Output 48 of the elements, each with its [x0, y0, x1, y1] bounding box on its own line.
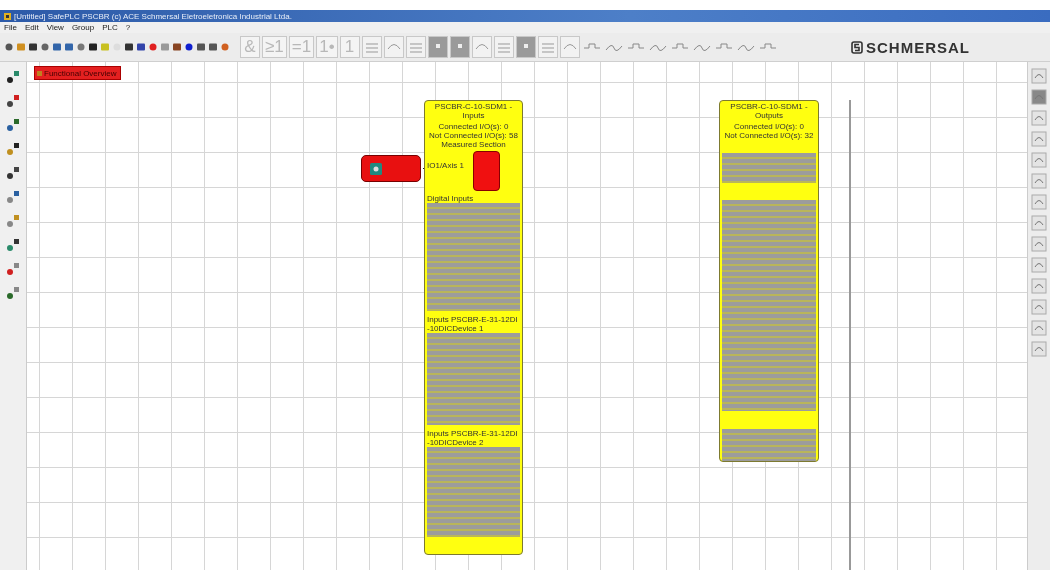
port-label: IO1/Axis 1: [427, 161, 464, 170]
palette-icon[interactable]: [1031, 131, 1047, 147]
palette-icon[interactable]: [1031, 278, 1047, 294]
menu-item[interactable]: View: [46, 23, 64, 32]
block-info: Not Connected I/O(s): 32: [724, 131, 814, 140]
menu-item[interactable]: PLC: [102, 23, 118, 32]
palette-icon[interactable]: [1031, 173, 1047, 189]
tool-icon[interactable]: [5, 94, 21, 110]
brand-logo: SCHMERSAL: [866, 38, 970, 56]
menu-item[interactable]: File: [4, 23, 17, 32]
section-label: Digital Inputs: [426, 193, 475, 203]
overview-tag[interactable]: Functional Overview: [34, 66, 122, 80]
section-label: Inputs PSCBR-E-31-12DI-10DICDevice 1: [426, 314, 519, 333]
block-info: Connected I/O(s): 0: [438, 122, 509, 131]
palette-icon[interactable]: [1031, 236, 1047, 252]
tool-icon[interactable]: [5, 142, 21, 158]
tool-icon[interactable]: [5, 70, 21, 86]
menu-item[interactable]: ?: [125, 23, 131, 32]
block-info: Not Connected I/O(s): 58: [429, 131, 518, 140]
block-info: Measured Section: [441, 140, 506, 149]
block-title: PSCBR-C-10-SDM1 - Outputs: [729, 102, 809, 120]
palette-icon[interactable]: [1031, 299, 1047, 315]
module-block[interactable]: PSCBR-C-10-SDM1 - Inputs Connected I/O(s): 0 Not Connected I/O(s): 58 Measured Section IO1/Axis 1 Digital Inputs Inputs PSCBR-E-31-12DI-10DICDevice 1 Inputs PSCBR-E-31-12DI-10DICDevice 2: [424, 100, 523, 555]
tool-icon[interactable]: [5, 166, 21, 182]
section-label: Inputs PSCBR-E-31-12DI-10DICDevice 2: [426, 428, 519, 447]
block-info: Connected I/O(s): 0: [734, 122, 804, 131]
palette-icon[interactable]: [1031, 152, 1047, 168]
tool-icon[interactable]: [5, 238, 21, 254]
module-block[interactable]: PSCBR-C-10-SDM1 - Outputs Connected I/O(s): 0 Not Connected I/O(s): 32: [719, 100, 819, 462]
menu-item[interactable]: Edit: [24, 23, 39, 32]
menu-item[interactable]: Group: [71, 23, 95, 32]
sensor-icon: [370, 162, 382, 175]
logo-icon: [851, 40, 863, 54]
tag-icon: [37, 70, 42, 76]
palette-icon[interactable]: [1031, 341, 1047, 357]
palette-icon[interactable]: [1031, 194, 1047, 210]
palette-icon[interactable]: [1031, 68, 1047, 84]
palette-icon[interactable]: [1031, 320, 1047, 336]
app-icon: [4, 12, 11, 20]
palette-icon[interactable]: [1031, 110, 1047, 126]
block-title: PSCBR-C-10-SDM1 - Inputs: [433, 102, 514, 120]
port-node[interactable]: [473, 151, 500, 191]
palette-icon[interactable]: [1031, 257, 1047, 273]
device-node[interactable]: [361, 155, 421, 182]
tag-label: Functional Overview: [44, 68, 117, 78]
window-title: [Untitled] SafePLC PSCBR (c) ACE Schmersal Eletroeletronica Industrial Ltda.: [14, 11, 292, 21]
palette-icon[interactable]: [1031, 89, 1047, 105]
palette-icon[interactable]: [1031, 215, 1047, 231]
